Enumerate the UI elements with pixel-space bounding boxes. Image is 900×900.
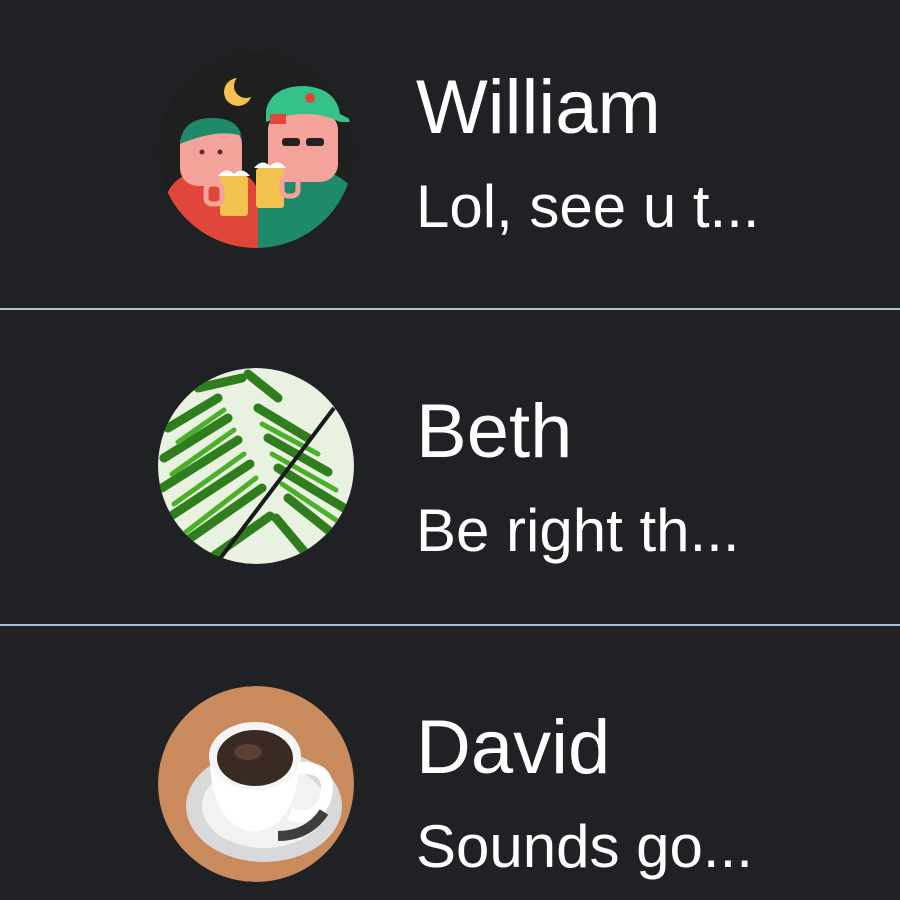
contact-name: Beth <box>416 389 573 474</box>
conversation-text: William Lol, see u t... <box>416 66 860 242</box>
message-preview: Lol, see u t... <box>416 173 760 240</box>
contact-name: David <box>416 705 611 790</box>
friends-toasting-beer-icon <box>158 52 354 248</box>
message-preview: Sounds go... <box>416 813 753 880</box>
avatar <box>158 686 354 882</box>
conversation-item-beth[interactable]: Beth Be right th... <box>0 310 900 626</box>
avatar <box>158 52 354 248</box>
contact-name: William <box>416 65 661 150</box>
fern-leaf-icon <box>158 368 354 564</box>
message-preview: Be right th... <box>416 497 740 564</box>
conversation-text: Beth Be right th... <box>416 390 860 566</box>
coffee-cup-icon <box>158 686 354 882</box>
conversation-text: David Sounds go... <box>416 706 860 882</box>
conversation-list: William Lol, see u t... Beth Be right th… <box>0 0 900 900</box>
conversation-item-william[interactable]: William Lol, see u t... <box>0 0 900 310</box>
conversation-item-david[interactable]: David Sounds go... <box>0 628 900 900</box>
avatar <box>158 368 354 564</box>
